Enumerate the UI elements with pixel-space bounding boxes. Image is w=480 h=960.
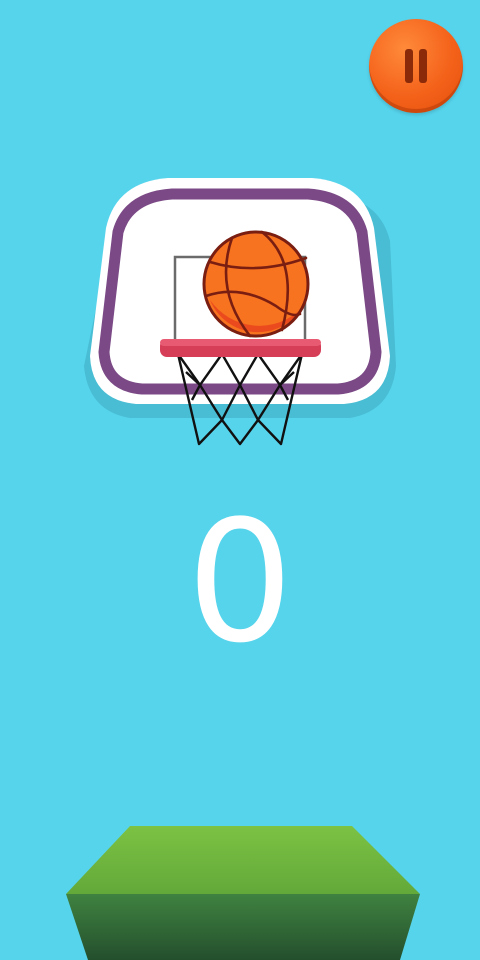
- score-display: 0: [186, 484, 294, 680]
- rim-highlight: [160, 339, 321, 346]
- basketball-icon: [202, 230, 310, 338]
- ground-top: [66, 826, 420, 894]
- game-stage[interactable]: 0: [0, 0, 480, 960]
- ground-platform: [66, 826, 420, 960]
- hoop-icon: [84, 178, 396, 446]
- ground-side: [66, 894, 420, 960]
